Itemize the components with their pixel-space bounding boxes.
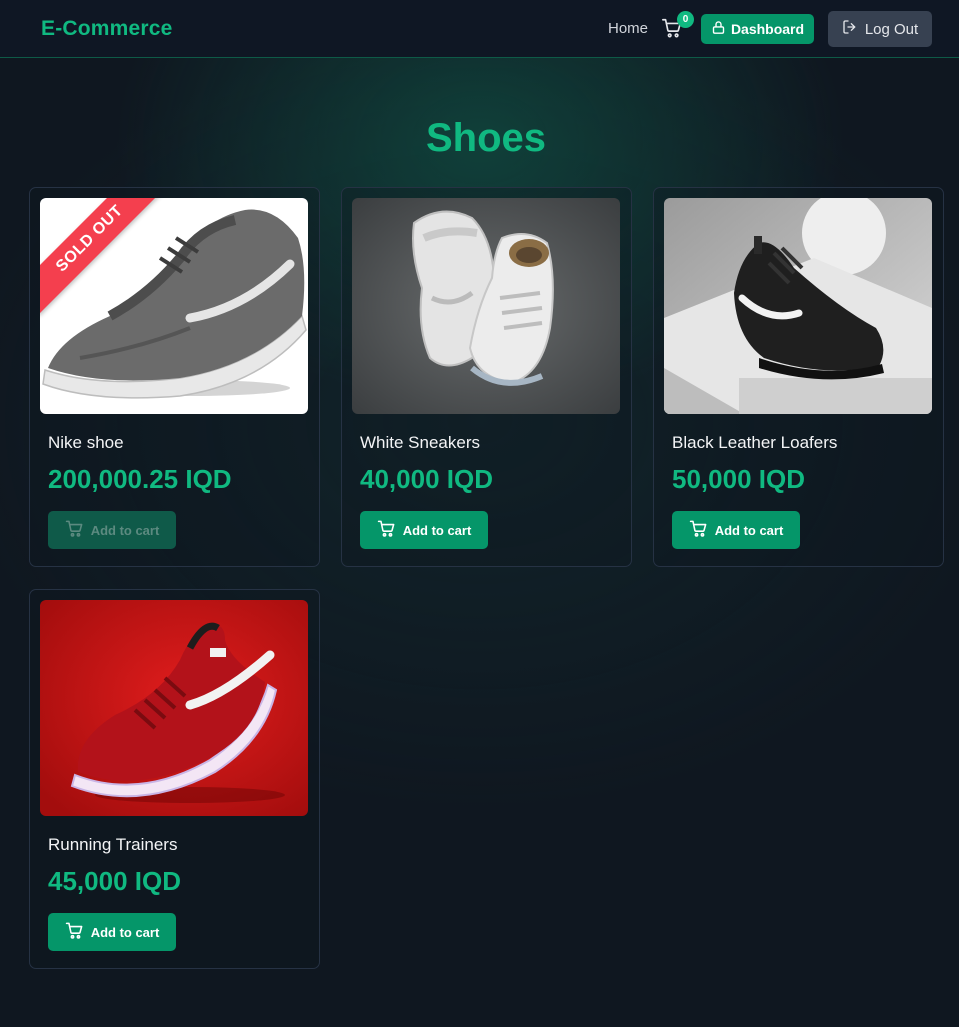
cart-icon [661,18,683,43]
cart-count-badge: 0 [677,11,694,28]
product-price: 45,000 IQD [48,866,181,896]
product-name: Nike shoe [48,433,124,452]
cart-icon [65,519,84,541]
product-price: 200,000.25 IQD [48,464,232,494]
cart-button[interactable]: 0 [661,11,694,43]
product-price: 40,000 IQD [360,464,493,494]
dashboard-label: Dashboard [730,21,805,37]
product-name: Running Trainers [48,835,178,854]
add-to-cart-label: Add to cart [714,522,784,538]
logout-button[interactable]: Log Out [828,11,932,47]
cart-icon [689,519,708,541]
lock-icon [711,20,726,38]
dashboard-button[interactable]: Dashboard [701,14,814,44]
product-image[interactable] [664,198,932,414]
add-to-cart-label: Add to cart [90,924,160,940]
product-card: Running Trainers 45,000 IQD Add to cart [29,589,320,969]
product-price: 50,000 IQD [672,464,805,494]
add-to-cart-label: Add to cart [402,522,472,538]
navbar: E-Commerce Home 0 Dashboard Log Out [0,0,959,58]
add-to-cart-label: Add to cart [90,522,160,538]
page-title: Shoes [425,116,547,160]
add-to-cart-button[interactable]: Add to cart [360,511,488,549]
nav-home-link[interactable]: Home [608,20,648,37]
add-to-cart-button[interactable]: Add to cart [48,511,176,549]
product-image[interactable] [352,198,620,414]
product-name: Black Leather Loafers [672,433,838,452]
product-card: White Sneakers 40,000 IQD Add to cart [341,187,632,567]
cart-icon [65,921,84,943]
product-image[interactable]: SOLD OUT [40,198,308,414]
cart-icon [377,519,396,541]
add-to-cart-button[interactable]: Add to cart [48,913,176,951]
logout-label: Log Out [864,20,919,38]
add-to-cart-button[interactable]: Add to cart [672,511,800,549]
logout-icon [842,19,858,39]
product-card: Black Leather Loafers 50,000 IQD Add to … [653,187,944,567]
product-name: White Sneakers [360,433,480,452]
brand-logo[interactable]: E-Commerce [41,17,173,41]
product-image[interactable] [40,600,308,816]
product-card: SOLD OUT Nike shoe 200,000.25 IQD Add to… [29,187,320,567]
